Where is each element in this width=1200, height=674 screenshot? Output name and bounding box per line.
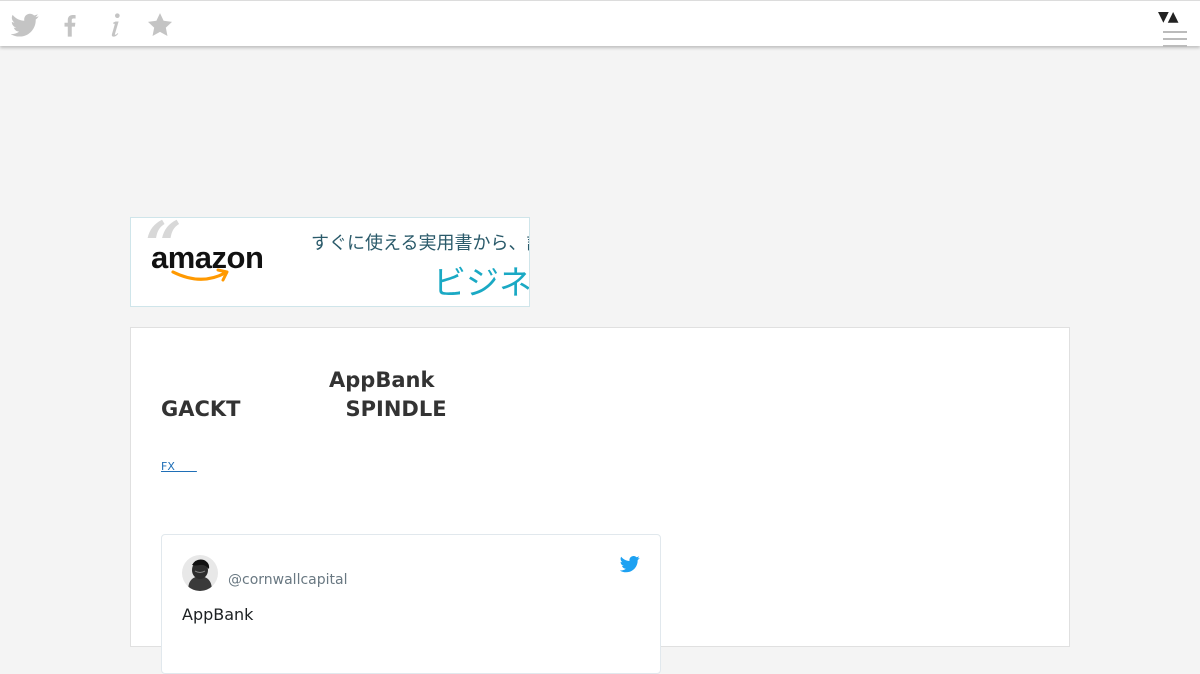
tweet-text: AppBank (182, 605, 254, 624)
article-title: AppBank GACKT SPINDLE (161, 368, 615, 421)
embedded-tweet[interactable]: @cornwallcapital AppBank (161, 534, 661, 674)
star-icon[interactable] (146, 11, 174, 39)
top-bar: ▼▲ (0, 0, 1200, 47)
avatar[interactable] (182, 555, 218, 591)
twitter-bird-icon[interactable] (620, 555, 640, 573)
amazon-ad-banner[interactable]: “ amazon すぐに使える実用書から、話 ビジネス (130, 217, 530, 307)
ad-tagline: すぐに使える実用書から、話 (311, 233, 530, 254)
info-icon[interactable] (101, 11, 129, 39)
ad-headline: ビジネス (433, 263, 530, 302)
twitter-icon[interactable] (11, 11, 39, 39)
amazon-smile-icon (171, 268, 229, 282)
article-tag-link[interactable]: FX (161, 458, 197, 474)
facebook-icon[interactable] (56, 11, 84, 39)
menu-icon[interactable] (1163, 31, 1187, 47)
article-card: AppBank GACKT SPINDLE FX @cornwallcapita… (130, 327, 1070, 674)
tweet-handle[interactable]: @cornwallcapital (228, 572, 347, 588)
collapse-toggle[interactable]: ▼▲ (1158, 8, 1179, 26)
